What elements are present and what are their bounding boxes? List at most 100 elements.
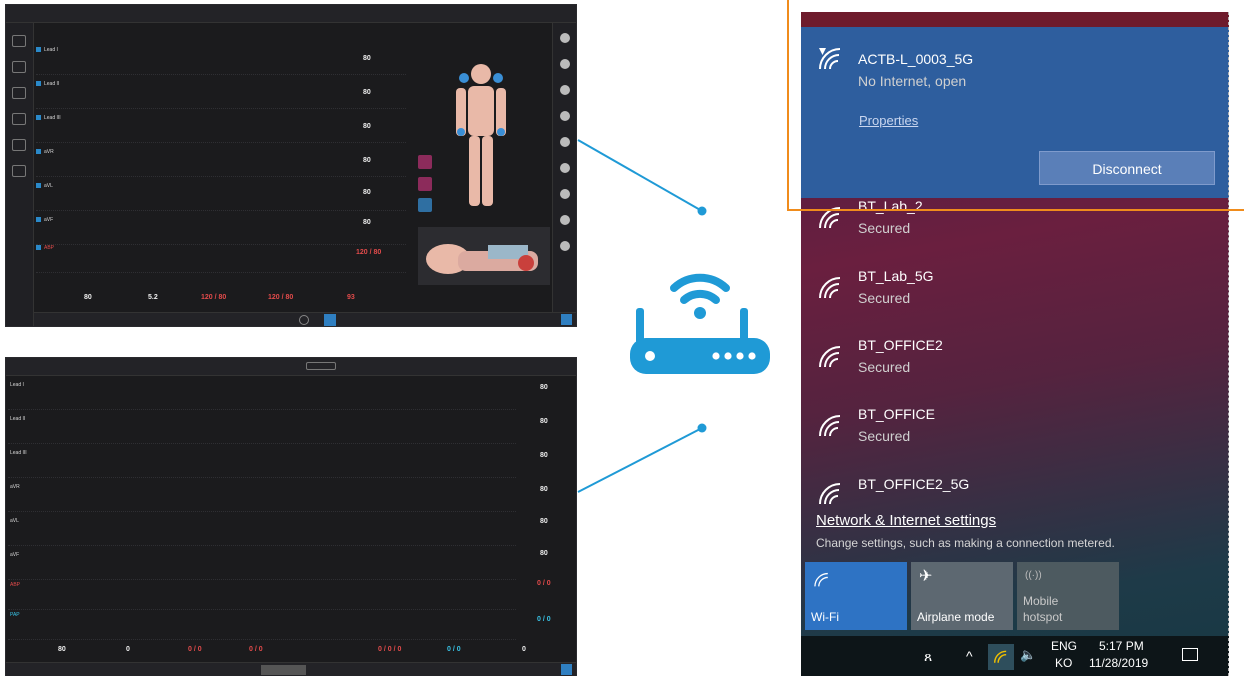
waveform-row: Lead I xyxy=(8,380,516,410)
input-language-top[interactable]: ENG xyxy=(1051,639,1077,653)
wifi-warning-icon xyxy=(994,650,1007,663)
expand-icon[interactable] xyxy=(561,314,572,325)
lead-indicator xyxy=(36,183,41,188)
hr-value: 80 xyxy=(540,452,548,459)
hr-value: 80 xyxy=(540,486,548,493)
sidebar-button[interactable] xyxy=(12,61,26,73)
waveform-row: Lead II xyxy=(8,414,516,444)
waveform-row: ABP xyxy=(8,580,516,610)
mode-chip[interactable] xyxy=(418,155,432,169)
patient-monitor-screenshot-bottom: Lead I Lead II Lead III aVR aVL aVF ABP … xyxy=(5,357,577,676)
sidebar-button[interactable] xyxy=(560,85,570,95)
lead-label: Lead I xyxy=(44,47,58,53)
network-status: Secured xyxy=(858,428,911,444)
monitor-top-toolbar xyxy=(6,5,576,23)
bottom-value: 0 / 0 xyxy=(188,646,202,653)
bottom-value: 0 xyxy=(522,646,526,653)
network-list-item[interactable]: BT_Lab_5G Secured xyxy=(801,262,1229,332)
waveform-row: Lead III xyxy=(36,113,406,143)
sidebar-button[interactable] xyxy=(560,189,570,199)
wifi-secured-icon xyxy=(819,277,841,299)
airplane-mode-tile[interactable]: ✈ Airplane mode xyxy=(911,562,1013,630)
sidebar-button[interactable] xyxy=(560,163,570,173)
sidebar-button[interactable] xyxy=(560,111,570,121)
lead-indicator xyxy=(36,149,41,154)
network-name: BT_OFFICE2_5G xyxy=(858,476,970,492)
lead-label: Lead II xyxy=(44,81,60,87)
waveform-row: PAP xyxy=(8,610,516,640)
network-status: Secured xyxy=(858,220,911,236)
tile-label: hotspot xyxy=(1023,610,1063,624)
lead-label: PAP xyxy=(10,612,20,618)
network-tray-icon[interactable] xyxy=(988,644,1014,670)
refresh-icon[interactable] xyxy=(299,315,309,325)
human-body-icon xyxy=(456,64,506,206)
lead-label: aVR xyxy=(44,149,54,155)
sidebar-button[interactable] xyxy=(560,215,570,225)
connector-line xyxy=(577,139,703,212)
abp-value: 0 / 0 xyxy=(537,580,551,587)
waveform-row: Lead I xyxy=(36,45,406,75)
monitor-right-sidebar xyxy=(552,23,576,312)
lead-label: ABP xyxy=(10,582,21,588)
bottom-value: 120 / 80 xyxy=(268,294,294,301)
chevron-up-icon[interactable]: ^ xyxy=(966,648,973,664)
expand-icon[interactable] xyxy=(561,664,572,675)
mode-chip[interactable] xyxy=(418,198,432,212)
sidebar-button[interactable] xyxy=(560,137,570,147)
toolbar-field[interactable] xyxy=(306,362,336,370)
mode-chip[interactable] xyxy=(418,177,432,191)
lead-indicator xyxy=(36,245,41,250)
network-name: BT_OFFICE2 xyxy=(858,337,943,353)
highlight-box xyxy=(787,0,1244,211)
hr-value: 80 xyxy=(540,550,548,557)
sidebar-button[interactable] xyxy=(12,35,26,47)
bottom-value: 93 xyxy=(347,294,355,301)
wifi-router-icon xyxy=(630,273,770,374)
monitor-view-icon[interactable] xyxy=(324,314,336,326)
sidebar-button[interactable] xyxy=(12,165,26,177)
hr-value: 80 xyxy=(540,384,548,391)
wifi-secured-icon xyxy=(819,483,841,505)
patient-lying-illustration xyxy=(418,227,550,285)
volume-icon[interactable]: 🔈 xyxy=(1020,647,1036,663)
network-list-item[interactable]: BT_OFFICE Secured xyxy=(801,400,1229,470)
bottom-value: 0 / 0 xyxy=(249,646,263,653)
network-name: BT_Lab_5G xyxy=(858,268,934,284)
toolbar-slider[interactable] xyxy=(261,665,306,675)
clock-date[interactable]: 11/28/2019 xyxy=(1089,656,1148,670)
hr-value: 80 xyxy=(363,89,371,96)
lead-label: Lead III xyxy=(44,115,61,121)
people-icon[interactable]: ጸ xyxy=(924,648,932,665)
lead-indicator xyxy=(36,81,41,86)
tile-label: Airplane mode xyxy=(917,610,995,624)
sidebar-button[interactable] xyxy=(560,33,570,43)
hr-value: 80 xyxy=(363,219,371,226)
bottom-value: 120 / 80 xyxy=(201,294,227,301)
waveform-row: aVF xyxy=(8,550,516,580)
sidebar-button[interactable] xyxy=(560,241,570,251)
action-center-icon[interactable] xyxy=(1182,648,1198,661)
network-list-item[interactable]: BT_OFFICE2_5G xyxy=(801,470,1229,540)
waveform-row: aVF xyxy=(36,215,406,245)
hr-value: 80 xyxy=(540,518,548,525)
lead-indicator xyxy=(36,217,41,222)
lead-label: ABP xyxy=(44,245,55,251)
clock-time[interactable]: 5:17 PM xyxy=(1099,639,1144,653)
lead-indicator xyxy=(36,47,41,52)
network-settings-link[interactable]: Network & Internet settings xyxy=(816,512,996,529)
lead-indicator xyxy=(36,115,41,120)
hr-value: 80 xyxy=(363,189,371,196)
waveform-row: aVL xyxy=(36,181,406,211)
network-list-item[interactable]: BT_OFFICE2 Secured xyxy=(801,331,1229,401)
sidebar-button[interactable] xyxy=(560,59,570,69)
mobile-hotspot-tile[interactable]: ((·)) Mobile hotspot xyxy=(1017,562,1119,630)
input-language-bottom[interactable]: KO xyxy=(1055,656,1072,670)
lead-label: aVL xyxy=(44,183,53,189)
monitor-top-toolbar xyxy=(6,358,576,376)
sidebar-button[interactable] xyxy=(12,113,26,125)
hr-value: 80 xyxy=(363,123,371,130)
sidebar-button[interactable] xyxy=(12,139,26,151)
wifi-tile[interactable]: Wi-Fi xyxy=(805,562,907,630)
sidebar-button[interactable] xyxy=(12,87,26,99)
